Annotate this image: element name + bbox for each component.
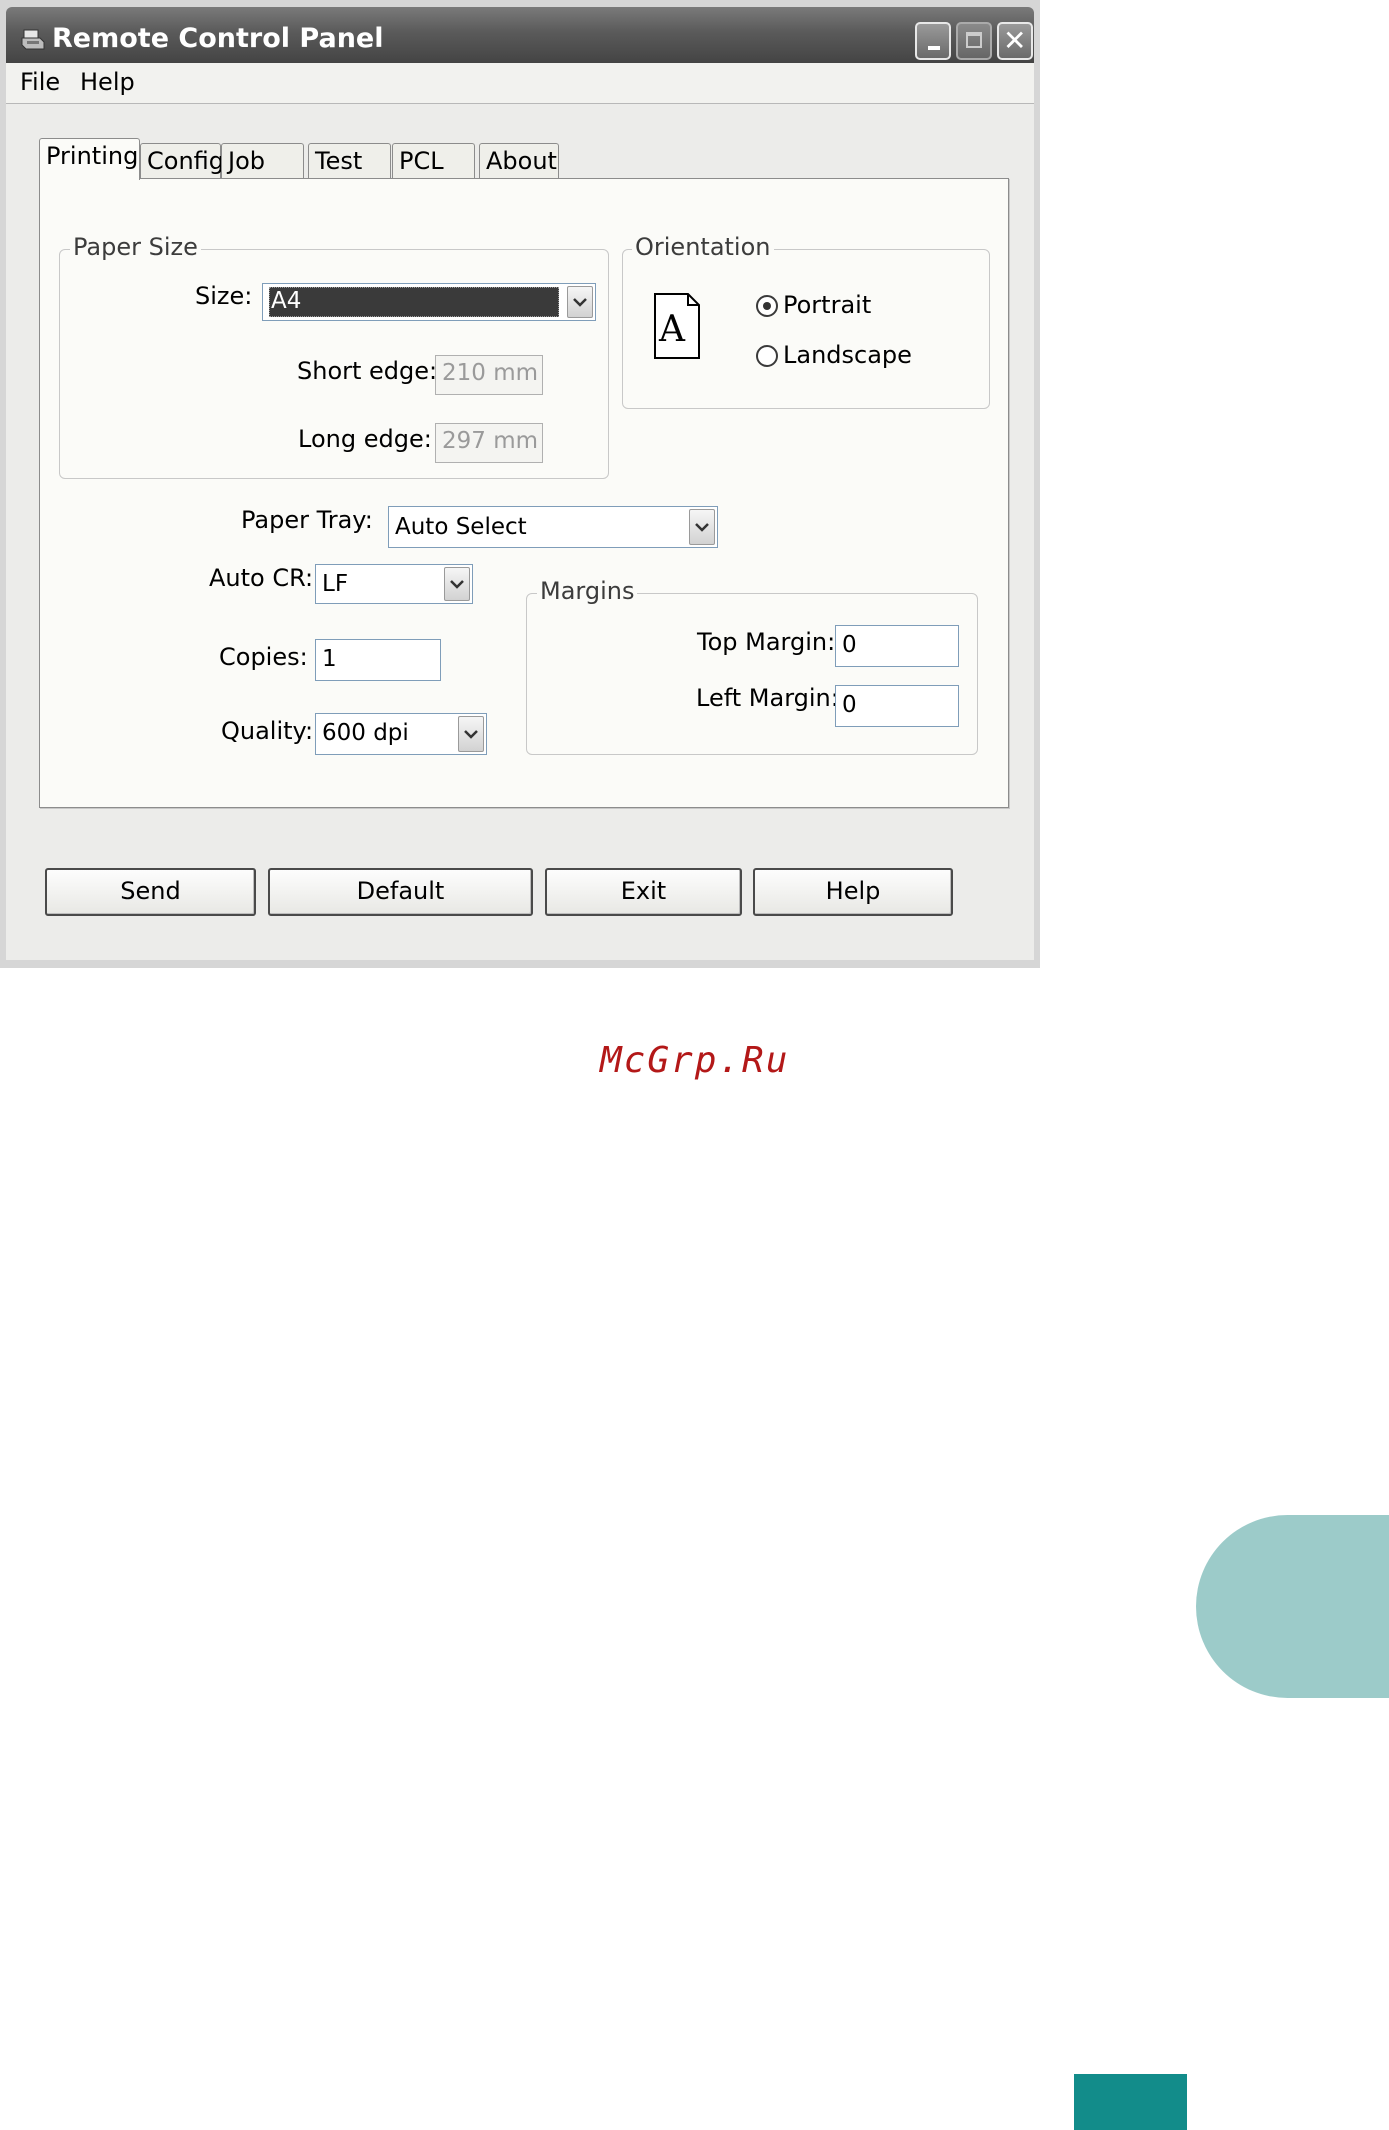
paper-size-group-label: Paper Size: [70, 233, 201, 261]
tab-about[interactable]: About: [479, 143, 559, 179]
short-edge-field: 210 mm: [435, 355, 543, 395]
title-bar[interactable]: Remote Control Panel ✕: [6, 7, 1034, 63]
quality-value: 600 dpi: [322, 720, 409, 746]
size-dropdown[interactable]: A4: [262, 283, 596, 321]
watermark-text: McGrp.Ru: [600, 1040, 790, 1081]
menu-file[interactable]: File: [20, 68, 60, 96]
chevron-down-icon[interactable]: [689, 509, 715, 545]
maximize-button[interactable]: [956, 22, 992, 60]
tab-printing[interactable]: Printing: [39, 138, 140, 180]
auto-cr-value: LF: [322, 571, 349, 597]
margins-group-label: Margins: [537, 577, 638, 605]
menu-bar: File Help: [6, 63, 1034, 104]
send-button[interactable]: Send: [45, 868, 256, 916]
close-icon: ✕: [1003, 24, 1027, 57]
chevron-down-icon[interactable]: [458, 716, 484, 752]
minimize-button[interactable]: [915, 22, 951, 60]
size-selection-highlight: [269, 287, 559, 317]
long-edge-label: Long edge:: [298, 425, 432, 453]
top-margin-field[interactable]: 0: [835, 625, 959, 667]
auto-cr-dropdown[interactable]: LF: [315, 564, 473, 604]
printer-app-icon: [20, 27, 46, 53]
tab-pcl[interactable]: PCL: [392, 143, 475, 179]
top-margin-label: Top Margin:: [697, 628, 836, 656]
copies-field[interactable]: 1: [315, 639, 441, 681]
landscape-radio-circle[interactable]: [756, 345, 778, 367]
quality-dropdown[interactable]: 600 dpi: [315, 713, 487, 755]
svg-text:A: A: [658, 309, 686, 350]
quality-label: Quality:: [221, 717, 314, 745]
left-margin-field[interactable]: 0: [835, 685, 959, 727]
paper-tray-value: Auto Select: [395, 514, 527, 540]
chapter-side-tab: [1196, 1515, 1389, 1698]
copies-label: Copies:: [219, 643, 308, 671]
menu-help[interactable]: Help: [80, 68, 135, 96]
portrait-radio-circle[interactable]: [756, 295, 778, 317]
size-value: A4: [271, 288, 302, 314]
tab-test[interactable]: Test: [308, 143, 391, 179]
portrait-page-icon: A: [654, 293, 700, 363]
size-label: Size:: [195, 282, 253, 310]
portrait-radio[interactable]: Portrait: [756, 291, 936, 321]
landscape-radio[interactable]: Landscape: [756, 341, 936, 371]
printing-tab-panel: Paper Size Size: A4 Short edge: 210 mm L…: [39, 178, 1009, 808]
close-button[interactable]: ✕: [997, 22, 1033, 60]
maximize-icon: [966, 32, 982, 48]
landscape-label: Landscape: [783, 341, 912, 369]
tab-job[interactable]: Job: [221, 143, 304, 179]
radio-selected-dot: [763, 302, 771, 310]
orientation-group-label: Orientation: [632, 233, 774, 261]
paper-tray-label: Paper Tray:: [241, 506, 373, 534]
window-title: Remote Control Panel: [52, 23, 384, 54]
chevron-down-icon[interactable]: [567, 286, 593, 318]
default-button[interactable]: Default: [268, 868, 533, 916]
portrait-label: Portrait: [783, 291, 872, 319]
left-margin-label: Left Margin:: [696, 684, 839, 712]
long-edge-field: 297 mm: [435, 423, 543, 463]
tab-config[interactable]: Config: [140, 143, 224, 179]
help-button[interactable]: Help: [753, 868, 953, 916]
chevron-down-icon[interactable]: [444, 567, 470, 601]
exit-button[interactable]: Exit: [545, 868, 742, 916]
short-edge-label: Short edge:: [297, 357, 438, 385]
margins-group: [526, 593, 978, 755]
paper-tray-dropdown[interactable]: Auto Select: [388, 506, 718, 548]
auto-cr-label: Auto CR:: [209, 564, 314, 592]
remote-control-panel-window: Remote Control Panel ✕ File Help Printin…: [0, 0, 1040, 968]
minimize-icon: [928, 46, 940, 50]
page-number-block: [1074, 2074, 1187, 2130]
